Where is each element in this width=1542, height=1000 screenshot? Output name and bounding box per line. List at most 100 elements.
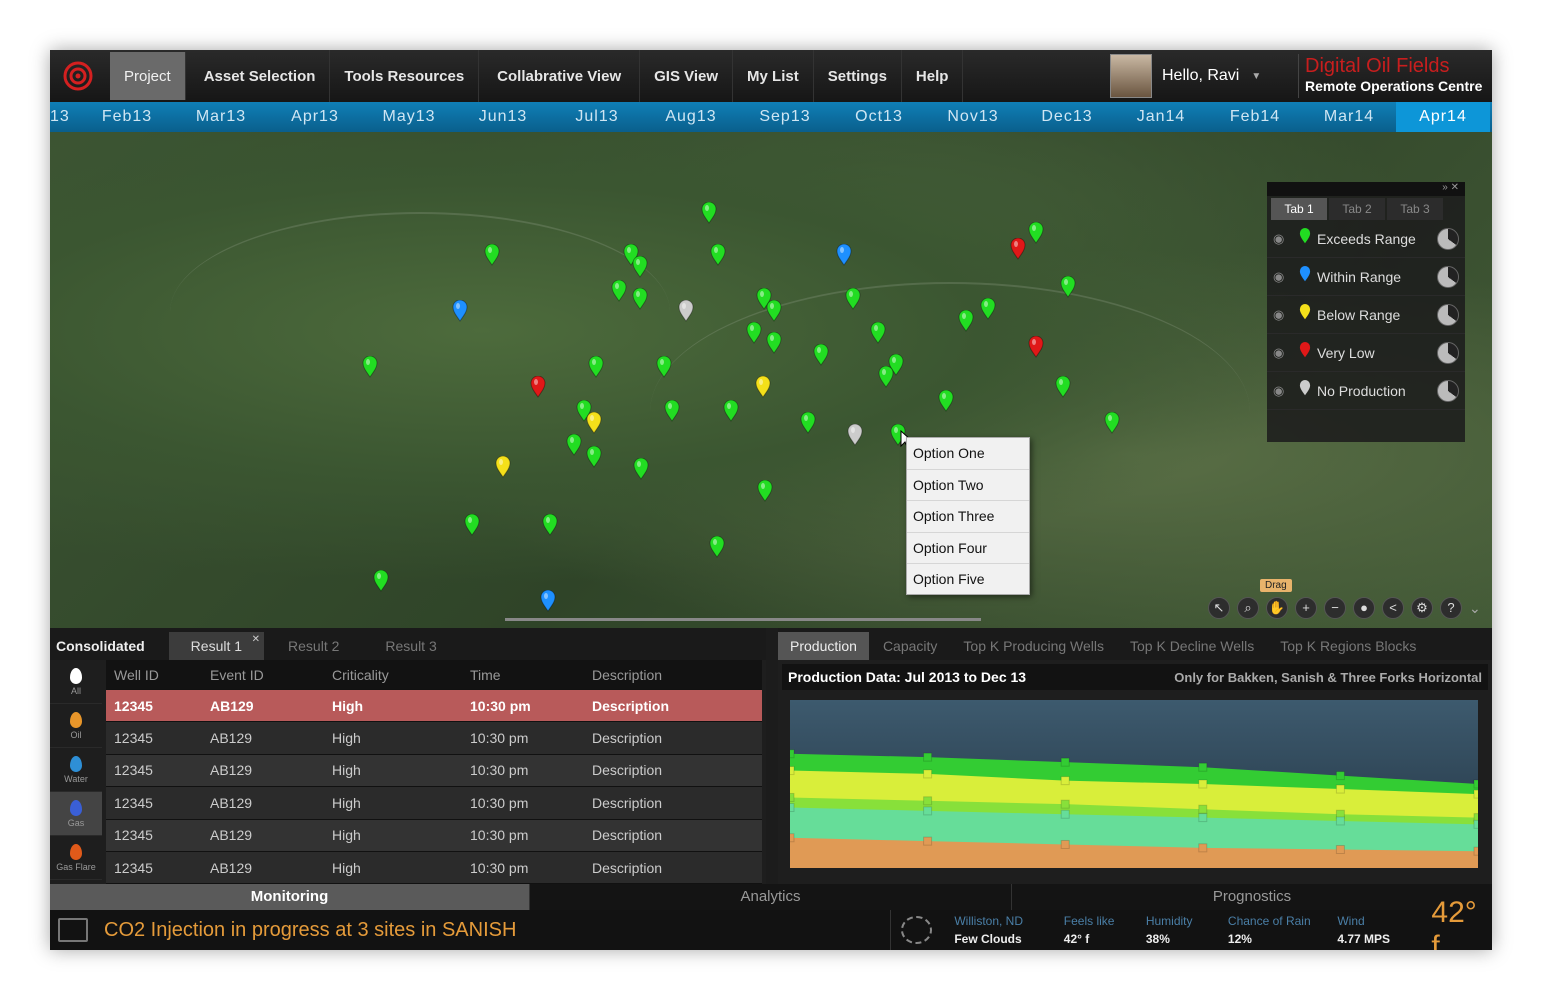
chart-data-point[interactable] — [1198, 804, 1208, 814]
eye-icon[interactable]: ◉ — [1273, 269, 1293, 285]
chart-data-point[interactable] — [923, 806, 933, 816]
chart-data-point[interactable] — [1335, 845, 1345, 855]
filter-all[interactable]: All — [50, 660, 102, 704]
news-icon[interactable] — [58, 918, 88, 942]
nav-asset-selection[interactable]: Asset Selection — [190, 50, 331, 102]
well-marker-icon[interactable] — [633, 458, 649, 480]
well-marker-icon[interactable] — [1055, 376, 1071, 398]
legend-item[interactable]: ◉ Below Range — [1267, 296, 1465, 334]
well-marker-icon[interactable] — [813, 344, 829, 366]
table-row[interactable]: 12345 AB129 High 10:30 pm Description — [106, 787, 762, 820]
table-row[interactable]: 12345 AB129 High 10:30 pm Description — [106, 851, 762, 885]
well-marker-icon[interactable] — [757, 480, 773, 502]
tab-top-k-decline[interactable]: Top K Decline Wells — [1118, 632, 1266, 660]
well-marker-icon[interactable] — [664, 400, 680, 422]
well-marker-icon[interactable] — [766, 332, 782, 354]
nav-tools-resources[interactable]: Tools Resources — [330, 50, 480, 102]
timeline-month[interactable]: Apr13 — [268, 108, 362, 126]
zoom-out-icon[interactable]: − — [1324, 597, 1346, 619]
well-marker-icon[interactable] — [878, 366, 894, 388]
timeline-month[interactable]: Nov13 — [926, 108, 1020, 126]
chart-data-point[interactable] — [923, 836, 933, 846]
tab-top-k-producing[interactable]: Top K Producing Wells — [951, 632, 1116, 660]
expand-icon[interactable]: » — [1442, 182, 1448, 193]
well-marker-icon[interactable] — [484, 244, 500, 266]
timeline-month[interactable]: Oct13 — [832, 108, 926, 126]
search-icon[interactable]: ⌕ — [1237, 597, 1259, 619]
chart-data-point[interactable] — [1198, 843, 1208, 853]
well-marker-icon[interactable] — [800, 412, 816, 434]
nav-my-list[interactable]: My List — [733, 50, 814, 102]
chart-data-point[interactable] — [1060, 809, 1070, 819]
chart-data-point[interactable] — [1473, 846, 1478, 856]
logo-icon[interactable] — [50, 50, 106, 102]
chart-data-point[interactable] — [923, 769, 933, 779]
chart-data-point[interactable] — [1060, 839, 1070, 849]
timeline-month[interactable]: Sep13 — [738, 108, 832, 126]
well-marker-icon[interactable] — [588, 356, 604, 378]
column-header[interactable]: Criticality — [324, 667, 462, 683]
well-marker-icon[interactable] — [540, 590, 556, 612]
nav-settings[interactable]: Settings — [814, 50, 902, 102]
table-row[interactable]: 12345 AB129 High 10:30 pm Description — [106, 754, 762, 788]
well-marker-icon[interactable] — [938, 390, 954, 412]
timeline-month[interactable]: 13 — [50, 108, 80, 126]
well-marker-icon[interactable] — [836, 244, 852, 266]
chart-data-point[interactable] — [1473, 819, 1478, 829]
well-marker-icon[interactable] — [958, 310, 974, 332]
well-marker-icon[interactable] — [710, 244, 726, 266]
chart-data-point[interactable] — [1060, 776, 1070, 786]
map-scrollbar[interactable] — [505, 618, 981, 621]
well-marker-icon[interactable] — [701, 202, 717, 224]
tab-production[interactable]: Production — [778, 632, 869, 660]
zoom-in-icon[interactable]: + — [1295, 597, 1317, 619]
close-tab-icon[interactable]: ✕ — [252, 626, 260, 654]
well-marker-icon[interactable] — [746, 322, 762, 344]
timeline-month[interactable]: May13 — [362, 108, 456, 126]
filter-water[interactable]: Water — [50, 748, 102, 792]
well-marker-icon[interactable] — [766, 300, 782, 322]
well-marker-icon[interactable] — [870, 322, 886, 344]
chart-data-point[interactable] — [923, 796, 933, 806]
user-menu[interactable]: Hello, Ravi ▼ — [1110, 50, 1261, 102]
well-marker-icon[interactable] — [1028, 222, 1044, 244]
well-marker-icon[interactable] — [542, 514, 558, 536]
legend-tab-2[interactable]: Tab 2 — [1329, 198, 1385, 220]
well-marker-icon[interactable] — [632, 288, 648, 310]
timeline-month[interactable]: Jun13 — [456, 108, 550, 126]
tab-result-1[interactable]: Result 1 ✕ — [168, 632, 265, 660]
well-marker-icon[interactable] — [373, 570, 389, 592]
well-marker-icon[interactable] — [980, 298, 996, 320]
well-marker-icon[interactable] — [464, 514, 480, 536]
legend-item[interactable]: ◉ Within Range — [1267, 258, 1465, 296]
context-menu-item[interactable]: Option Five — [907, 564, 1029, 596]
well-marker-icon[interactable] — [632, 256, 648, 278]
timeline-month[interactable]: Aug13 — [644, 108, 738, 126]
well-marker-icon[interactable] — [1028, 336, 1044, 358]
well-marker-icon[interactable] — [495, 456, 511, 478]
legend-tab-3[interactable]: Tab 3 — [1387, 198, 1443, 220]
hand-icon[interactable]: ✋ — [1266, 597, 1288, 619]
filter-gas[interactable]: Gas — [50, 792, 102, 836]
column-header[interactable]: Time — [462, 667, 588, 683]
legend-tab-1[interactable]: Tab 1 — [1271, 198, 1327, 220]
gear-icon[interactable]: ⚙ — [1411, 597, 1433, 619]
context-menu-item[interactable]: Option Three — [907, 501, 1029, 533]
column-header[interactable]: Description — [588, 667, 762, 683]
column-header[interactable]: Well ID — [106, 667, 202, 683]
well-marker-icon[interactable] — [586, 412, 602, 434]
well-marker-icon[interactable] — [1010, 238, 1026, 260]
well-marker-icon[interactable] — [847, 424, 863, 446]
eye-icon[interactable]: ◉ — [1273, 307, 1293, 323]
opacity-dial-icon[interactable] — [1437, 227, 1459, 250]
well-marker-icon[interactable] — [723, 400, 739, 422]
filter-gas-flare[interactable]: Gas Flare — [50, 836, 102, 880]
column-header[interactable]: Event ID — [202, 667, 324, 683]
chart-data-point[interactable] — [1060, 799, 1070, 809]
tab-analytics[interactable]: Analytics — [530, 884, 1012, 910]
close-icon[interactable]: ✕ — [1451, 182, 1459, 193]
opacity-dial-icon[interactable] — [1437, 265, 1459, 288]
legend-item[interactable]: ◉ Very Low — [1267, 334, 1465, 372]
tab-result-2[interactable]: Result 2 — [266, 632, 361, 660]
filter-oil[interactable]: Oil — [50, 704, 102, 748]
